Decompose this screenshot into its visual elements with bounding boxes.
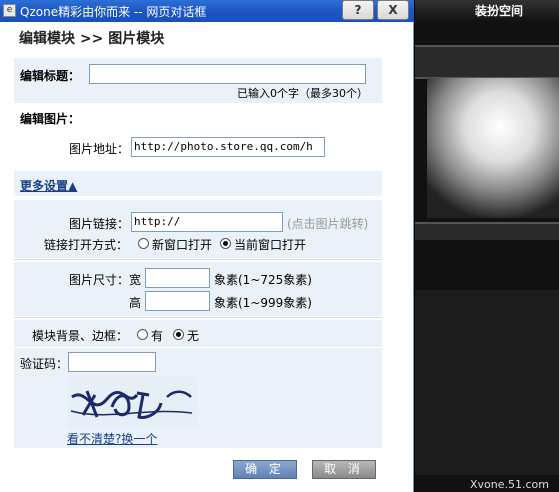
site-watermark: Xvone.51.com bbox=[470, 478, 549, 491]
cancel-button[interactable]: 取 消 bbox=[312, 460, 376, 479]
open-mode-label: 链接打开方式： bbox=[44, 238, 129, 252]
ok-button[interactable]: 确 定 bbox=[233, 460, 297, 479]
image-link-label: 图片链接： bbox=[69, 217, 130, 231]
title-input[interactable] bbox=[89, 64, 366, 84]
width-hint: 象素(1~725象素) bbox=[214, 273, 312, 287]
verify-code-input[interactable] bbox=[68, 352, 156, 372]
image-link-hint: (点击图片跳转) bbox=[287, 217, 369, 231]
open-new-window-radio[interactable] bbox=[138, 238, 149, 249]
image-url-label: 图片地址： bbox=[69, 142, 130, 156]
captcha-image bbox=[67, 377, 198, 429]
image-link-input[interactable]: http:// bbox=[131, 212, 283, 232]
help-button[interactable]: ? bbox=[342, 0, 374, 20]
title-char-counter: 已输入0个字（最多30个） bbox=[237, 87, 368, 100]
border-no-label: 无 bbox=[187, 329, 200, 343]
dialog-window: e Qzone精彩由你而来 -- 网页对话框 ? X 编辑模块 >> 图片模块 … bbox=[0, 0, 414, 492]
height-label: 高 bbox=[129, 296, 142, 310]
open-current-window-label: 当前窗口打开 bbox=[234, 238, 307, 252]
open-current-window-radio[interactable] bbox=[220, 238, 231, 249]
profile-photo bbox=[427, 78, 559, 218]
film-strip bbox=[415, 222, 559, 240]
image-url-input[interactable]: http://photo.store.qq.com/h bbox=[131, 137, 325, 157]
width-input[interactable] bbox=[145, 268, 210, 288]
background-top-bar: 装扮空间 bbox=[415, 0, 559, 22]
height-hint: 象素(1~999象素) bbox=[214, 296, 312, 310]
app-icon: e bbox=[3, 4, 16, 17]
dress-up-space-link[interactable]: 装扮空间 bbox=[475, 2, 523, 19]
title-label: 编辑标题： bbox=[20, 69, 81, 83]
window-title: Qzone精彩由你而来 -- 网页对话框 bbox=[20, 5, 207, 19]
refresh-captcha-link[interactable]: 看不清楚?换一个 bbox=[67, 430, 157, 447]
border-yes-label: 有 bbox=[151, 329, 164, 343]
height-input[interactable] bbox=[145, 291, 210, 311]
more-settings-toggle[interactable]: 更多设置▲ bbox=[20, 177, 77, 194]
film-strip bbox=[415, 45, 559, 79]
background-panel bbox=[415, 290, 559, 475]
image-label: 编辑图片： bbox=[20, 112, 81, 126]
background-border-label: 模块背景、边框： bbox=[32, 329, 129, 343]
close-button[interactable]: X bbox=[377, 0, 409, 20]
more-settings-label: 更多设置 bbox=[20, 179, 69, 193]
border-no-radio[interactable] bbox=[173, 329, 184, 340]
border-yes-radio[interactable] bbox=[137, 329, 148, 340]
verify-code-label: 验证码： bbox=[20, 357, 69, 371]
width-label: 宽 bbox=[129, 273, 142, 287]
image-size-label: 图片尺寸： bbox=[69, 273, 130, 287]
open-new-window-label: 新窗口打开 bbox=[152, 238, 213, 252]
background-page: 装扮空间 Xvone.51.com bbox=[415, 0, 559, 492]
divider bbox=[14, 317, 382, 318]
page-title: 编辑模块 >> 图片模块 bbox=[19, 31, 165, 47]
caret-up-icon: ▲ bbox=[68, 179, 78, 193]
divider bbox=[14, 259, 382, 260]
title-bar: e Qzone精彩由你而来 -- 网页对话框 ? X bbox=[0, 0, 414, 22]
